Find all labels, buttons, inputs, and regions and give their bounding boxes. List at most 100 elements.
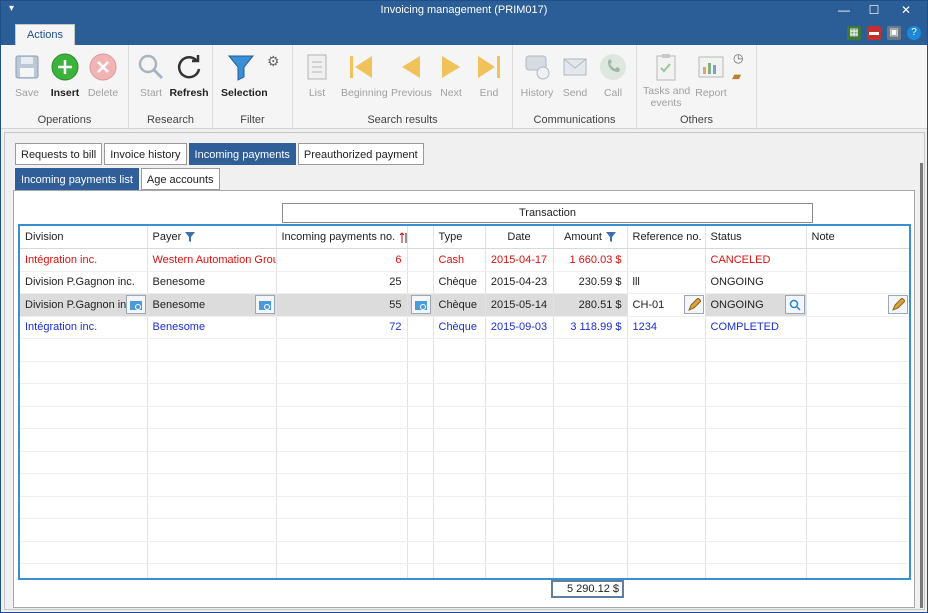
funnel-icon [227,55,255,81]
calculator-icon[interactable]: ▦ [847,26,861,40]
col-incoming-payments-no[interactable]: Incoming payments no. [276,226,408,249]
edit-reference-button[interactable] [683,295,704,314]
chat-history-icon [525,55,550,80]
col-reference-no[interactable]: Reference no. [627,226,706,249]
main-tabs: Requests to bill Invoice history Incomin… [15,143,424,165]
close-icon[interactable]: ✕ [891,2,921,20]
tab-age-accounts[interactable]: Age accounts [140,168,220,190]
refresh-button[interactable]: Refresh [169,51,209,99]
call-button[interactable]: Call [593,51,633,99]
empty-row [20,473,909,497]
group-others: Tasks and events Report ◷ ▰ Others [637,45,757,129]
empty-row [20,518,909,542]
clipboard-icon [656,54,676,81]
grid-panel: Transaction Division Payer Incoming paym… [13,190,915,608]
tasks-events-button[interactable]: Tasks and events [643,51,690,109]
col-note[interactable]: Note [806,226,909,249]
arrow-right-icon [442,56,460,78]
tab-preauthorized-payment[interactable]: Preauthorized payment [297,143,424,165]
delete-button[interactable]: Delete [83,51,123,99]
empty-row [20,541,909,564]
start-button[interactable]: Start [131,51,171,99]
briefcase-icon[interactable]: ▰ [732,69,741,83]
col-payer[interactable]: Payer [147,226,277,249]
tab-incoming-payments-list[interactable]: Incoming payments list [15,168,139,190]
edit-note-button[interactable] [887,295,908,314]
save-button[interactable]: Save [7,51,47,99]
vertical-scrollbar[interactable] [920,163,923,608]
selection-button[interactable]: Selection [221,51,268,99]
table-row[interactable]: Intégration inc. Western Automation Grou… [20,248,909,272]
empty-row [20,451,909,474]
next-button[interactable]: Next [431,51,471,99]
empty-row [20,383,909,407]
col-status[interactable]: Status [705,226,807,249]
group-communications: History Send Call Communications [513,45,637,129]
col-division[interactable]: Division [20,226,148,249]
report-button[interactable]: Report [691,51,731,99]
refresh-icon [177,55,201,79]
skip-last-icon [478,56,500,78]
magnifier-icon [138,54,164,80]
amount-total: 5 290.12 $ [551,580,624,598]
list-icon [307,54,327,80]
minimize-icon[interactable]: — [829,2,859,20]
envelope-icon [563,58,587,76]
group-operations: Save Insert Delete Operations [1,45,129,129]
history-button[interactable]: History [517,51,557,99]
plus-circle-icon [51,53,79,81]
col-date[interactable]: Date [485,226,554,249]
table-row-selected[interactable]: Division P.Gagnon inc. Benesome 55 Chèqu… [20,293,909,317]
tab-invoice-history[interactable]: Invoice history [104,143,187,165]
gear-icon[interactable]: ⚙ [267,53,280,70]
transaction-group-header: Transaction [282,203,813,223]
insert-button[interactable]: Insert [45,51,85,99]
filter-icon[interactable] [185,232,196,243]
help-icon[interactable]: ? [907,26,921,40]
phone-icon [600,54,626,80]
sort-ascending-icon[interactable] [399,231,407,243]
pencil-icon [891,297,905,311]
tab-requests-to-bill[interactable]: Requests to bill [15,143,103,165]
beginning-button[interactable]: Beginning [341,51,388,99]
empty-row [20,361,909,384]
floppy-icon [15,55,39,79]
send-button[interactable]: Send [555,51,595,99]
table-row[interactable]: Division P.Gagnon inc. Benesome 25 Chèqu… [20,271,909,294]
tab-incoming-payments[interactable]: Incoming payments [188,143,296,165]
group-search-results: List Beginning Previous Next End Search … [293,45,513,129]
search-status-button[interactable] [784,295,805,314]
app-window: ▾ Invoicing management (PRIM017) — ☐ ✕ A… [0,0,928,613]
end-button[interactable]: End [469,51,509,99]
ribbon-toolbar: Save Insert Delete Operations Start Refr… [1,45,927,129]
tab-actions[interactable]: Actions [15,24,75,45]
open-payment-button[interactable] [410,295,431,314]
col-amount[interactable]: Amount [553,226,628,249]
previous-button[interactable]: Previous [391,51,432,99]
empty-row [20,406,909,429]
open-division-button[interactable] [125,295,146,314]
skip-first-icon [350,56,372,78]
window-title: Invoicing management (PRIM017) [380,4,548,16]
open-payer-button[interactable] [254,295,275,314]
table-row[interactable]: Intégration inc. Benesome 72 Chèque 2015… [20,316,909,339]
lock-icon[interactable]: ▣ [887,26,901,40]
maximize-icon[interactable]: ☐ [859,2,889,20]
empty-row [20,496,909,519]
col-no-action [407,226,434,249]
col-type[interactable]: Type [433,226,486,249]
empty-row [20,338,909,362]
search-icon [789,299,801,311]
sub-tabs: Incoming payments list Age accounts [15,168,220,190]
folder-search-icon [414,300,427,310]
grid-header-row: Division Payer Incoming payments no. Typ… [20,226,909,249]
ribbon-tab-bar: Actions ▦ ▬ ▣ ? [1,21,927,45]
payments-grid: Division Payer Incoming payments no. Typ… [18,224,911,580]
empty-row [20,428,909,452]
flag-icon[interactable]: ▬ [867,26,881,40]
list-button[interactable]: List [297,51,337,99]
group-research: Start Refresh Research [129,45,213,129]
empty-row [20,563,909,578]
filter-icon[interactable] [605,232,616,243]
clock-icon[interactable]: ◷ [733,51,743,65]
